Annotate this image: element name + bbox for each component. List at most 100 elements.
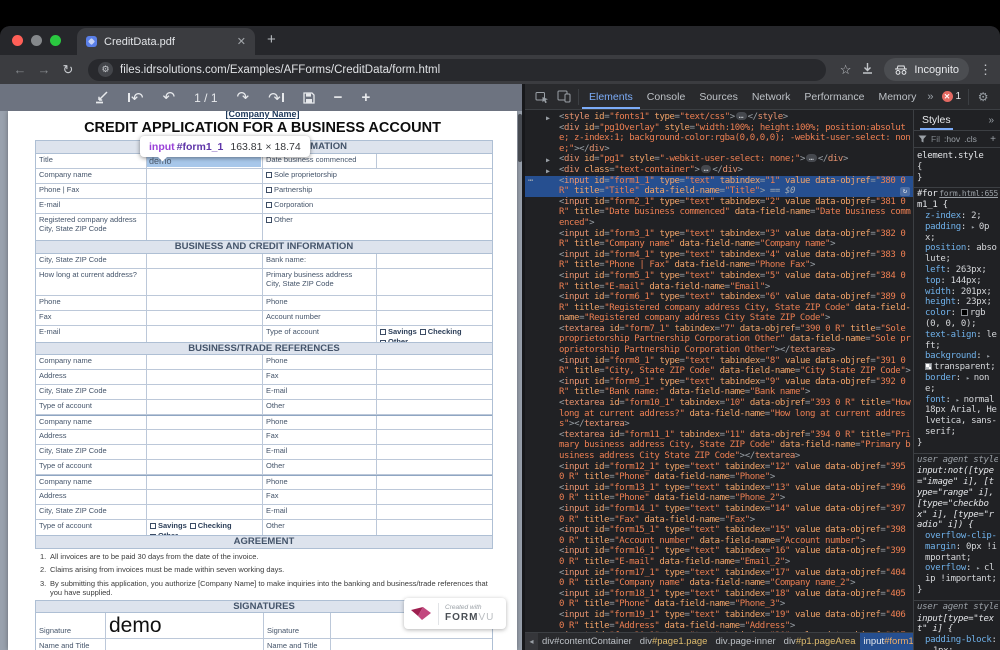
field-input[interactable] (377, 311, 492, 325)
dom-tree-node[interactable]: ⋯<input id="form1_1" type="text" tabinde… (525, 176, 913, 197)
collapsed-children-icon[interactable]: … (736, 112, 747, 120)
dom-tree-node[interactable]: <input id="form14_1" type="text" tabinde… (525, 504, 913, 525)
dom-tree-node[interactable]: <input id="form17_1" type="text" tabinde… (525, 568, 913, 589)
dom-tree-node[interactable]: ▶<style id="fonts1" type="text/css">…</s… (525, 112, 913, 123)
field-input[interactable] (147, 476, 263, 489)
breadcrumb-item[interactable]: div#page1.page (636, 633, 712, 650)
dom-tree-node[interactable]: <input id="form13_1" type="text" tabinde… (525, 483, 913, 504)
dom-tree-node[interactable]: <textarea id="form10_1" tabindex="10" da… (525, 398, 913, 430)
checkbox-icon[interactable] (266, 187, 272, 193)
field-input[interactable] (377, 400, 492, 414)
css-selector[interactable]: element.style (917, 151, 998, 162)
devtools-settings-icon[interactable]: ⚙ (972, 84, 994, 109)
expand-arrow-icon[interactable]: ▸ (956, 396, 964, 404)
css-property[interactable]: width: 201px; (917, 287, 998, 298)
css-property[interactable]: overflow-clip-margin: 0px !important; (917, 531, 998, 563)
dom-tree-node[interactable]: <input id="form2_1" type="text" tabindex… (525, 197, 913, 229)
field-input[interactable] (377, 154, 492, 168)
field-input[interactable] (147, 430, 263, 444)
dom-tree-node[interactable]: <input id="form6_1" type="text" tabindex… (525, 292, 913, 324)
field-input[interactable] (377, 416, 492, 429)
css-property[interactable]: text-align: left; (917, 330, 998, 352)
collapsed-children-icon[interactable]: … (701, 165, 712, 173)
new-tab-button[interactable]: + (267, 31, 276, 48)
css-property[interactable]: font: ▸ normal 18px Arial, Helvetica, sa… (917, 395, 998, 438)
dom-tree-node[interactable]: <input id="form5_1" type="text" tabindex… (525, 271, 913, 292)
site-settings-icon[interactable]: ⚙ (98, 62, 113, 77)
checkbox-icon[interactable] (420, 329, 426, 335)
expand-arrow-icon[interactable]: ▸ (971, 223, 979, 231)
field-input[interactable] (147, 326, 263, 342)
field-input[interactable] (331, 639, 492, 650)
dom-tree-node[interactable]: <textarea id="form11_1" tabindex="11" da… (525, 430, 913, 462)
css-property[interactable]: padding: ▸ 0px; (917, 222, 998, 244)
devtools-tab-console[interactable]: Console (640, 84, 693, 109)
more-tabs-icon[interactable]: » (923, 91, 937, 103)
bookmark-star-icon[interactable]: ☆ (840, 62, 852, 78)
new-style-rule-button[interactable]: + (990, 134, 996, 145)
field-input[interactable] (147, 505, 263, 519)
field-input[interactable] (147, 311, 263, 325)
dom-tree-node[interactable]: <input id="form19_1" type="text" tabinde… (525, 610, 913, 631)
checkbox-icon[interactable] (266, 172, 272, 178)
last-page-icon[interactable]: ↷ (268, 89, 284, 107)
dom-tree-node[interactable]: <input id="form9_1" type="text" tabindex… (525, 377, 913, 398)
checkbox-option[interactable]: Savings (380, 328, 417, 337)
address-bar[interactable]: ⚙ files.idrsolutions.com/Examples/AFForm… (88, 59, 826, 81)
css-property[interactable]: position: absolute; (917, 243, 998, 265)
minimize-window-button[interactable] (31, 35, 42, 46)
classes-button[interactable]: .cls (964, 134, 977, 144)
field-input[interactable] (377, 269, 492, 295)
css-property[interactable]: border: ▸ none; (917, 373, 998, 395)
node-overflow-dots[interactable]: ⋯ (528, 176, 533, 187)
dom-tree-node[interactable]: <input id="form20_1" type="text" tabinde… (525, 631, 913, 632)
scroll-into-view-icon[interactable]: ↻ (900, 187, 910, 196)
field-input[interactable]: SavingsCheckingOther (147, 520, 263, 535)
checkbox-icon[interactable] (266, 202, 272, 208)
checkbox-option[interactable]: Checking (420, 328, 462, 337)
breadcrumb-item[interactable]: input#form1_1 (860, 633, 913, 650)
checkbox-icon[interactable] (190, 523, 196, 529)
expand-arrow-icon[interactable]: ▸ (966, 374, 974, 382)
checkbox-option[interactable]: Corporation (266, 201, 313, 210)
dom-tree-node[interactable]: <input id="form18_1" type="text" tabinde… (525, 589, 913, 610)
back-icon[interactable]: ← (8, 62, 32, 77)
field-input[interactable] (147, 445, 263, 459)
checkbox-option[interactable]: Checking (190, 522, 232, 531)
css-property[interactable]: z-index: 2; (917, 211, 998, 222)
field-input[interactable] (147, 214, 263, 240)
field-input[interactable] (147, 199, 263, 213)
styles-filter-input[interactable]: Filter (931, 134, 940, 144)
checkbox-icon[interactable] (150, 523, 156, 529)
breadcrumb-item[interactable]: div#contentContainer (538, 633, 636, 650)
styles-more-icon[interactable]: » (988, 115, 994, 126)
dom-tree-node[interactable]: <input id="form4_1" type="text" tabindex… (525, 250, 913, 271)
checkbox-option[interactable]: Other (266, 216, 293, 225)
css-source-link[interactable]: form.html:655 (939, 189, 998, 200)
zoom-out-icon[interactable]: − (334, 90, 343, 105)
checkbox-option[interactable]: Savings (150, 522, 187, 531)
dom-tree-node[interactable]: <div id="pg1Overlay" style="width:100%; … (525, 123, 913, 155)
console-error-badge[interactable]: ✕ 1 (938, 91, 966, 102)
download-icon[interactable] (861, 62, 874, 78)
field-input[interactable] (147, 400, 263, 414)
snapshot-tool-icon[interactable] (94, 91, 109, 104)
browser-tab[interactable]: CreditData.pdf ✕ (77, 28, 255, 55)
field-input[interactable] (147, 416, 263, 429)
devtools-tab-elements[interactable]: Elements (582, 84, 640, 109)
field-input[interactable] (377, 476, 492, 489)
inspect-element-icon[interactable] (531, 84, 553, 109)
reload-icon[interactable]: ↻ (56, 62, 80, 78)
field-input[interactable] (377, 385, 492, 399)
css-property[interactable]: left: 263px; (917, 265, 998, 276)
field-input[interactable] (377, 460, 492, 474)
breadcrumb-item[interactable]: div#p1.pageArea (780, 633, 860, 650)
devtools-tab-performance[interactable]: Performance (797, 84, 871, 109)
expand-arrow-icon[interactable]: ▸ (976, 564, 984, 572)
checkbox-icon[interactable] (266, 217, 272, 223)
dom-tree-node[interactable]: ▶<div id="pg1" style="-webkit-user-selec… (525, 154, 913, 165)
dom-tree-node[interactable]: <input id="form15_1" type="text" tabinde… (525, 525, 913, 546)
field-input[interactable] (147, 254, 263, 268)
save-icon[interactable] (303, 92, 315, 104)
field-input[interactable] (377, 430, 492, 444)
